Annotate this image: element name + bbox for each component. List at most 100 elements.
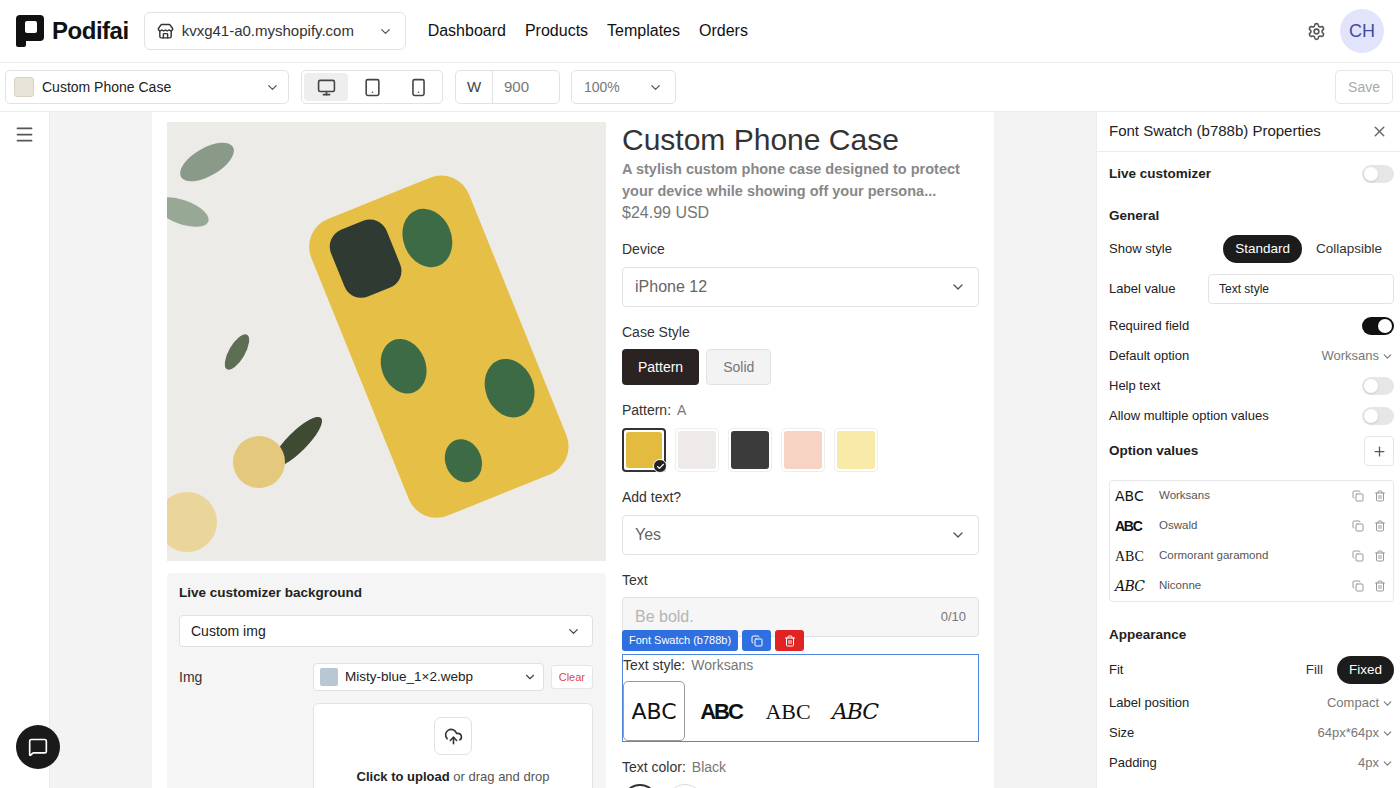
chat-launcher[interactable] (16, 725, 60, 769)
pattern-swatch[interactable] (675, 428, 719, 472)
option-button[interactable]: Pattern (622, 349, 699, 385)
option-button[interactable]: Solid (706, 349, 771, 385)
segmented-control: FillFixed (1294, 656, 1394, 684)
file-thumbnail (320, 668, 338, 686)
property-row: Padding4px (1109, 748, 1394, 778)
field-label: Add text? (622, 489, 979, 505)
device-button[interactable] (304, 73, 348, 101)
segment-option[interactable]: Standard (1223, 235, 1302, 263)
trash-icon[interactable] (1374, 490, 1386, 502)
user-avatar[interactable]: CH (1340, 9, 1384, 53)
property-label: Label position (1109, 693, 1189, 713)
copy-icon[interactable] (1352, 580, 1364, 592)
save-button[interactable]: Save (1335, 70, 1393, 104)
char-counter: 0/10 (941, 607, 966, 627)
property-label: Size (1109, 723, 1134, 743)
product-page: Live customizer backgroundCustom imgImgM… (152, 112, 994, 788)
menu-icon[interactable] (14, 124, 35, 145)
live-customizer-row: Live customizer (1109, 159, 1394, 189)
duplicate-button[interactable] (742, 630, 771, 651)
segment-option[interactable]: Fill (1294, 656, 1335, 684)
delete-button[interactable] (775, 630, 804, 651)
add-option-button[interactable] (1364, 436, 1394, 466)
color-field: Text color:Black (622, 759, 979, 788)
chevron-down-icon (523, 670, 537, 684)
editor-toolbar: Custom Phone Case W900 100% Save (0, 63, 1400, 112)
select-field: DeviceiPhone 12 (622, 241, 979, 307)
nav-link[interactable]: Templates (607, 19, 680, 43)
chevron-down-icon (1381, 697, 1394, 710)
background-mode-select[interactable]: Custom img (179, 615, 593, 647)
font-swatch[interactable]: ABC (757, 681, 819, 741)
trash-icon[interactable] (1374, 550, 1386, 562)
copy-icon[interactable] (1352, 550, 1364, 562)
property-label: Label value (1109, 279, 1176, 299)
option-value-row[interactable]: ABCNiconne (1110, 571, 1393, 601)
pattern-swatch[interactable] (781, 428, 825, 472)
product-header: Custom Phone CaseA stylish custom phone … (622, 122, 979, 224)
img-select[interactable]: Misty-blue_1×2.webp (313, 663, 544, 691)
nav-link[interactable]: Orders (699, 19, 748, 43)
property-dropdown[interactable]: Worksans (1321, 346, 1394, 366)
toggle-knob (1364, 379, 1378, 393)
chevron-down-icon (1381, 350, 1394, 363)
color-swatch[interactable] (622, 784, 658, 788)
store-selector[interactable]: kvxg41-a0.myshopify.com (144, 12, 406, 50)
color-swatch[interactable] (667, 784, 703, 788)
toggle-switch[interactable] (1362, 317, 1394, 335)
element-badge[interactable]: Font Swatch (b788b) (622, 630, 738, 651)
pattern-swatch[interactable] (728, 428, 772, 472)
upload-text: Click to upload or drag and drop (357, 767, 550, 787)
font-swatch[interactable]: ABC (623, 681, 685, 741)
pattern-swatch[interactable] (834, 428, 878, 472)
toggle-knob (1364, 167, 1378, 181)
close-icon[interactable] (1371, 123, 1388, 140)
device-button[interactable] (350, 73, 394, 101)
option-value-row[interactable]: ABCWorksans (1110, 481, 1393, 511)
toggle-switch[interactable] (1362, 377, 1394, 395)
font-swatch[interactable]: ABC (824, 681, 886, 741)
property-dropdown[interactable]: 4px (1358, 753, 1394, 773)
width-input[interactable]: W900 (455, 70, 560, 104)
property-input[interactable]: Text style (1208, 274, 1394, 304)
property-label: Show style (1109, 239, 1172, 259)
toggle-knob (1378, 319, 1392, 333)
panel-header: Font Swatch (b788b) Properties (1097, 112, 1400, 152)
copy-icon[interactable] (1352, 520, 1364, 532)
device-button[interactable] (396, 73, 440, 101)
option-value-row[interactable]: ABCCormorant garamond (1110, 541, 1393, 571)
property-dropdown[interactable]: 64px*64px (1318, 723, 1394, 743)
nav-link[interactable]: Products (525, 19, 588, 43)
font-swatch[interactable]: ABC (690, 681, 752, 741)
nav-link[interactable]: Dashboard (428, 19, 506, 43)
segment-option[interactable]: Collapsible (1304, 235, 1394, 263)
trash-icon[interactable] (1374, 580, 1386, 592)
segment-option[interactable]: Fixed (1337, 656, 1394, 684)
trash-icon[interactable] (1374, 520, 1386, 532)
panel-body: Live customizer General Show style Standard… (1097, 152, 1400, 778)
select-box[interactable]: iPhone 12 (622, 267, 979, 307)
toggle-switch[interactable] (1362, 165, 1394, 183)
upload-dropzone[interactable]: Click to upload or drag and drop (313, 703, 593, 788)
option-value-row[interactable]: ABCOswald (1110, 511, 1393, 541)
pattern-swatch[interactable] (622, 428, 666, 472)
swatch-fill (731, 431, 769, 469)
upload-icon (444, 727, 463, 746)
product-selector[interactable]: Custom Phone Case (5, 70, 289, 104)
select-box[interactable]: Yes (622, 515, 979, 555)
chevron-down-icon (950, 279, 966, 295)
top-header: Podifai kvxg41-a0.myshopify.com Dashboard P… (0, 0, 1400, 63)
property-dropdown[interactable]: Compact (1327, 693, 1394, 713)
logo[interactable]: Podifai (16, 13, 129, 49)
clear-button[interactable]: Clear (551, 665, 593, 689)
font-swatch-list: ABCABCABCABC (623, 681, 978, 741)
product-price: $24.99 USD (622, 202, 979, 224)
swatch-fill (784, 431, 822, 469)
option-values-header: Option values (1109, 431, 1394, 471)
selected-element[interactable]: Font Swatch (b788b)Text style:WorksansAB… (622, 654, 979, 742)
zoom-select[interactable]: 100% (571, 70, 676, 104)
gear-icon[interactable] (1307, 22, 1326, 41)
section-title: General (1109, 201, 1394, 231)
toggle-switch[interactable] (1362, 407, 1394, 425)
copy-icon[interactable] (1352, 490, 1364, 502)
